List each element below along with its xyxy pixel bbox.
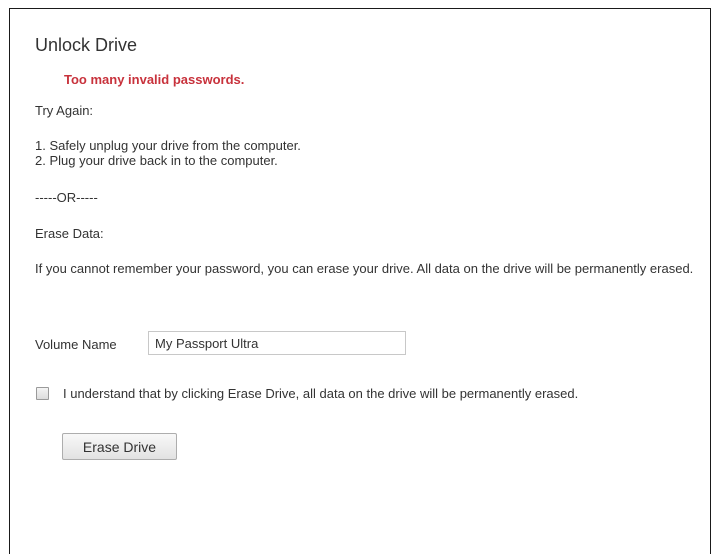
error-message: Too many invalid passwords.	[64, 72, 245, 87]
page-title: Unlock Drive	[35, 35, 138, 55]
erase-drive-button[interactable]: Erase Drive	[62, 433, 177, 460]
erase-confirm-checkbox[interactable]	[36, 387, 49, 400]
volume-name-input[interactable]	[148, 331, 406, 355]
volume-name-label: Volume Name	[35, 337, 117, 352]
erase-description: If you cannot remember your password, yo…	[35, 261, 694, 276]
or-separator: -----OR-----	[35, 190, 98, 205]
try-again-heading: Try Again:	[35, 103, 94, 118]
unlock-drive-panel: Unlock Drive Too many invalid passwords.…	[9, 8, 711, 554]
step-1-text: 1. Safely unplug your drive from the com…	[35, 138, 301, 153]
erase-confirm-label: I understand that by clicking Erase Driv…	[63, 386, 579, 401]
erase-data-heading: Erase Data:	[35, 226, 104, 241]
step-2-text: 2. Plug your drive back in to the comput…	[35, 153, 278, 168]
